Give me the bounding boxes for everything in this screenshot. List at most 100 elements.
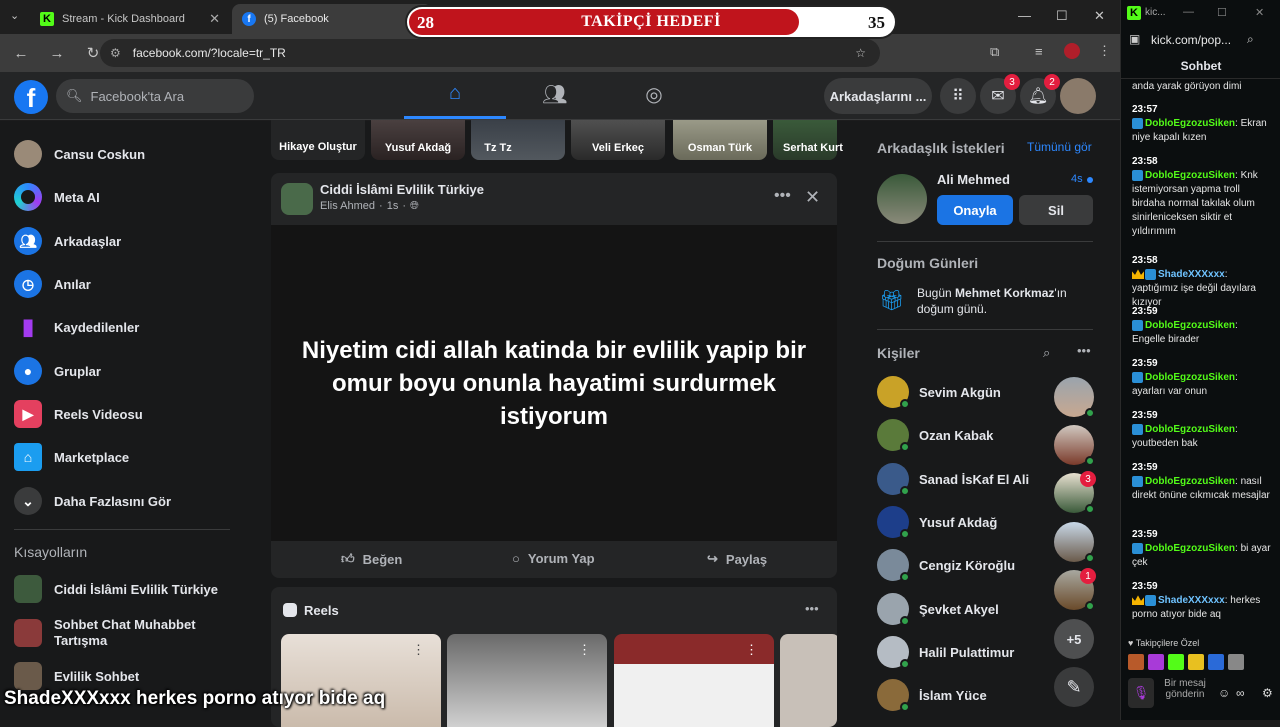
facebook-logo[interactable]: f — [14, 80, 48, 114]
tab-list-icon[interactable]: ⌄ — [10, 9, 19, 22]
maximize-icon[interactable]: ☐ — [1056, 8, 1068, 24]
profile-avatar[interactable] — [1064, 43, 1080, 59]
more-options-icon[interactable]: ••• — [805, 601, 819, 616]
share-button[interactable]: ↪ Paylaş — [707, 551, 767, 567]
sidebar-item-memories[interactable]: ◷ Anılar — [14, 270, 91, 298]
minimize-icon[interactable]: — — [1183, 6, 1194, 18]
group-avatar[interactable] — [281, 183, 313, 215]
emote-icon[interactable] — [1168, 654, 1184, 670]
reel-card[interactable]: ⋮ — [447, 634, 607, 727]
new-message-icon[interactable]: ✎ — [1054, 667, 1094, 707]
more-options-icon[interactable]: ••• — [1077, 343, 1091, 358]
chat-head[interactable] — [1054, 377, 1095, 418]
sidebar-item-reels[interactable]: ▶ Reels Videosu — [14, 400, 143, 428]
delete-button[interactable]: Sil — [1019, 195, 1093, 225]
emote-icon[interactable] — [1228, 654, 1244, 670]
settings-icon[interactable]: ⚙ — [1262, 686, 1273, 700]
menu-grid-icon[interactable]: ⠿ — [940, 78, 976, 114]
maximize-icon[interactable]: ☐ — [1217, 6, 1227, 19]
notifications-icon[interactable]: 🔔︎ 2 — [1020, 74, 1060, 114]
close-icon[interactable]: ✕ — [209, 11, 220, 27]
more-options-icon[interactable]: ⋮ — [745, 642, 758, 658]
story-card[interactable]: Yusuf Akdağ — [371, 120, 465, 160]
post-author[interactable]: Elis Ahmed — [320, 200, 375, 213]
messenger-icon[interactable]: ✉ 3 — [980, 74, 1020, 114]
media-icon[interactable]: ≡ — [1035, 44, 1043, 59]
emote-icon[interactable] — [1128, 654, 1144, 670]
friend-request-avatar[interactable] — [877, 174, 927, 224]
sidebar-item-groups[interactable]: ● Gruplar — [14, 357, 101, 385]
confirm-button[interactable]: Onayla — [937, 195, 1013, 225]
close-window-icon[interactable]: ✕ — [1094, 8, 1105, 24]
chat-username[interactable]: DobloEgzozuSiken — [1145, 170, 1235, 181]
sidebar-item-saved[interactable]: ▮ Kaydedilenler — [14, 313, 139, 341]
post-group-name[interactable]: Ciddi İslâmi Evlilik Türkiye — [320, 182, 484, 197]
chat-username[interactable]: ShadeXXXxxx — [1158, 269, 1225, 280]
find-friends-button[interactable]: Arkadaşlarını ... — [824, 78, 932, 114]
search-icon[interactable]: ⌕ — [1043, 345, 1050, 361]
contact-item[interactable]: İslam Yüce — [877, 679, 987, 712]
reel-card[interactable] — [780, 634, 837, 727]
site-info-icon[interactable]: ⚙ — [110, 46, 121, 60]
search-icon[interactable]: ⌕ — [1247, 32, 1254, 47]
chat-username[interactable]: DobloEgzozuSiken — [1145, 118, 1235, 129]
close-icon[interactable]: ✕ — [805, 187, 820, 208]
more-options-icon[interactable]: ••• — [774, 187, 791, 205]
contact-item[interactable]: Şevket Akyel — [877, 593, 999, 626]
contact-item[interactable]: Halil Pulattimur — [877, 636, 1014, 669]
search-input[interactable]: 🔍︎ Facebook'ta Ara — [56, 79, 254, 113]
account-avatar[interactable] — [1060, 78, 1096, 114]
home-icon[interactable]: ⌂ — [443, 82, 467, 106]
shortcut-item[interactable]: Evlilik Sohbet — [14, 662, 139, 690]
groups-icon[interactable]: ◎ — [642, 82, 666, 106]
create-story[interactable]: Hikaye Oluştur — [271, 120, 365, 160]
emote-icon[interactable] — [1208, 654, 1224, 670]
comment-button[interactable]: ○ Yorum Yap — [512, 551, 595, 566]
chat-username[interactable]: DobloEgzozuSiken — [1145, 320, 1235, 331]
like-button[interactable]: 👍︎ Beğen — [341, 551, 402, 567]
chat-username[interactable]: DobloEgzozuSiken — [1145, 543, 1235, 554]
menu-icon[interactable]: ⋮ — [1098, 43, 1111, 59]
close-icon[interactable]: ✕ — [1255, 6, 1264, 19]
sidebar-item-marketplace[interactable]: ⌂ Marketplace — [14, 443, 129, 471]
more-options-icon[interactable]: ⋮ — [578, 642, 591, 658]
story-card[interactable]: Tz Tz — [471, 120, 565, 160]
shortcut-item[interactable]: Sohbet Chat Muhabbet Tartışma — [14, 617, 214, 649]
reel-card[interactable]: ⋮ — [614, 634, 774, 727]
sidebar-item-profile[interactable]: Cansu Coskun — [14, 140, 145, 168]
chat-username[interactable]: DobloEgzozuSiken — [1145, 476, 1235, 487]
chat-input[interactable]: Bir mesaj gönderin — [1160, 678, 1210, 700]
back-icon[interactable]: ← — [12, 45, 30, 62]
contact-item[interactable]: Yusuf Akdağ — [877, 506, 997, 539]
minimize-icon[interactable]: — — [1018, 8, 1031, 23]
contact-item[interactable]: Cengiz Köroğlu — [877, 549, 1015, 582]
emote-icon[interactable] — [1148, 654, 1164, 670]
more-options-icon[interactable]: ⋮ — [412, 642, 425, 658]
chat-username[interactable]: DobloEgzozuSiken — [1145, 372, 1235, 383]
chat-head[interactable] — [1054, 522, 1095, 563]
chat-head[interactable]: 1 — [1054, 568, 1096, 611]
reel-card[interactable]: ⋮ — [281, 634, 441, 727]
mic-icon[interactable]: 🎙︎ — [1128, 678, 1154, 708]
sidebar-item-friends[interactable]: 👥︎ Arkadaşlar — [14, 227, 121, 255]
friend-request-name[interactable]: Ali Mehmed — [937, 172, 1010, 187]
chat-username[interactable]: DobloEgzozuSiken — [1145, 424, 1235, 435]
post-time[interactable]: 1s — [387, 200, 399, 213]
friends-icon[interactable]: 👥︎ — [542, 82, 567, 106]
sidebar-item-see-more[interactable]: ⌄ Daha Fazlasını Gör — [14, 487, 171, 515]
sidebar-item-meta-ai[interactable]: Meta AI — [14, 183, 100, 211]
contact-item[interactable]: Sevim Akgün — [877, 376, 1001, 409]
forward-icon[interactable]: → — [48, 45, 66, 62]
bookmark-star-icon[interactable]: ☆ — [855, 46, 866, 60]
contact-item[interactable]: Sanad İsKaf El Ali — [877, 463, 1029, 496]
story-card[interactable]: Osman Türk — [673, 120, 767, 160]
extensions-icon[interactable]: ⧉ — [990, 44, 999, 60]
see-all-link[interactable]: Tümünü gör — [1027, 140, 1092, 154]
story-card[interactable]: Serhat Kurt — [773, 120, 843, 160]
shortcut-item[interactable]: Ciddi İslâmi Evlilik Türkiye — [14, 575, 218, 603]
tab-kick-dashboard[interactable]: K Stream - Kick Dashboard ✕ — [30, 4, 230, 34]
emoji-icon[interactable]: ☺ — [1218, 686, 1230, 700]
chat-username[interactable]: ShadeXXXxxx — [1158, 595, 1225, 606]
more-chats-button[interactable]: +5 — [1054, 619, 1094, 659]
tab-facebook[interactable]: f (5) Facebook — [232, 4, 432, 34]
